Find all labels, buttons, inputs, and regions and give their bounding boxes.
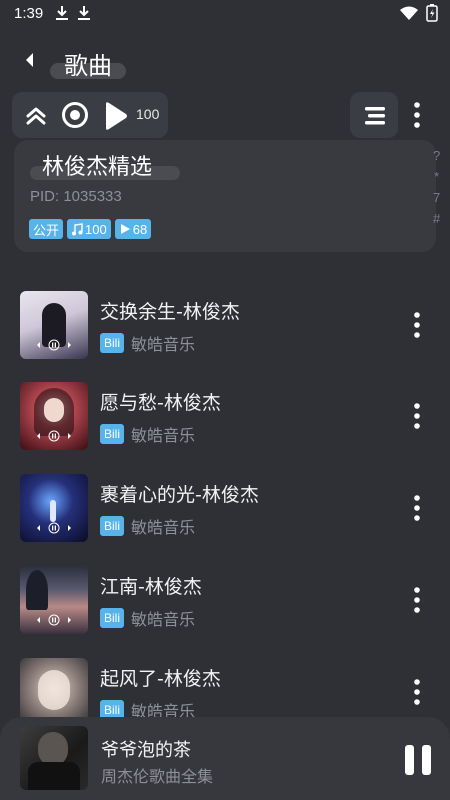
song-row[interactable]: 裹着心的光-林俊杰 Bili 敏皓音乐 [0,474,450,566]
song-title: 裹着心的光-林俊杰 [100,484,259,506]
song-title: 交换余生-林俊杰 [100,301,240,323]
song-title: 江南-林俊杰 [100,576,202,598]
more-vertical-icon[interactable] [408,493,426,523]
mini-player-controls-icon [37,614,71,626]
battery-icon [426,4,438,22]
more-vertical-icon[interactable] [408,677,426,707]
song-row[interactable]: 愿与愁-林俊杰 Bili 敏皓音乐 [0,382,450,474]
song-cover [20,291,88,359]
visibility-tag-label: 公开 [33,222,60,238]
wifi-icon [400,6,418,20]
status-bar: 1:39 [0,0,450,26]
more-vertical-icon[interactable] [408,401,426,431]
song-count-label: 100 [85,221,107,237]
source-badge: Bili [100,608,125,628]
pause-icon[interactable] [404,744,432,776]
download-icon [78,6,91,20]
play-all-icon[interactable] [101,101,129,131]
visibility-tag: 公开 [29,219,64,239]
page-title: 歌曲 [64,52,112,80]
playlist-name: 林俊杰精选 [42,155,153,180]
song-cover [20,566,88,634]
mini-player-controls-icon [37,522,71,534]
now-playing-subtitle: 周杰伦歌曲全集 [101,767,214,786]
index-letter[interactable]: * [434,169,439,184]
locate-icon[interactable] [61,101,89,129]
song-count-tag: 100 [67,219,111,239]
playlist-tags: 公开 100 68 [29,219,152,239]
alphabet-index-bar[interactable]: ? * 7 # [433,148,440,226]
song-artist: 敏皓音乐 [131,426,196,445]
now-playing-bar[interactable]: 爷爷泡的茶 周杰伦歌曲全集 [0,717,450,800]
play-count-tag: 68 [114,219,152,239]
now-playing-cover[interactable] [20,726,88,790]
play-count-label: 68 [132,221,148,237]
mini-player-controls-icon [37,430,71,442]
index-letter[interactable]: 7 [433,190,440,205]
song-title: 起风了-林俊杰 [100,668,221,690]
source-badge: Bili [100,424,125,444]
music-note-icon [72,222,83,235]
song-cover [20,474,88,542]
index-letter[interactable]: # [433,211,440,226]
song-row[interactable]: 交换余生-林俊杰 Bili 敏皓音乐 [0,291,450,383]
source-badge: Bili [100,333,125,353]
back-icon[interactable] [18,48,42,72]
more-vertical-icon[interactable] [408,310,426,340]
song-artist: 敏皓音乐 [131,335,196,354]
now-playing-title: 爷爷泡的茶 [101,740,191,761]
toolbar-play-count: 100 [136,106,160,122]
song-cover [20,382,88,450]
more-vertical-icon[interactable] [408,585,426,615]
song-artist: 敏皓音乐 [131,610,196,629]
sort-list-icon [365,107,385,125]
playlist-pid: PID: 1035333 [30,188,122,205]
index-letter[interactable]: ? [433,148,440,163]
status-time: 1:39 [14,4,44,22]
song-artist: 敏皓音乐 [131,518,196,537]
song-row[interactable]: 江南-林俊杰 Bili 敏皓音乐 [0,566,450,658]
mini-player-controls-icon [37,339,71,351]
source-badge: Bili [100,516,125,536]
song-title: 愿与愁-林俊杰 [100,392,221,414]
play-icon [120,224,130,234]
song-cover [20,658,88,726]
download-icon [56,6,69,20]
collapse-up-icon[interactable] [24,104,48,128]
app-header: 歌曲 [0,36,450,86]
playlist-screen: 1:39 歌曲 100 林俊杰精选 PID: 1035333 公开 100 68… [0,0,450,800]
more-vertical-icon[interactable] [408,100,426,130]
